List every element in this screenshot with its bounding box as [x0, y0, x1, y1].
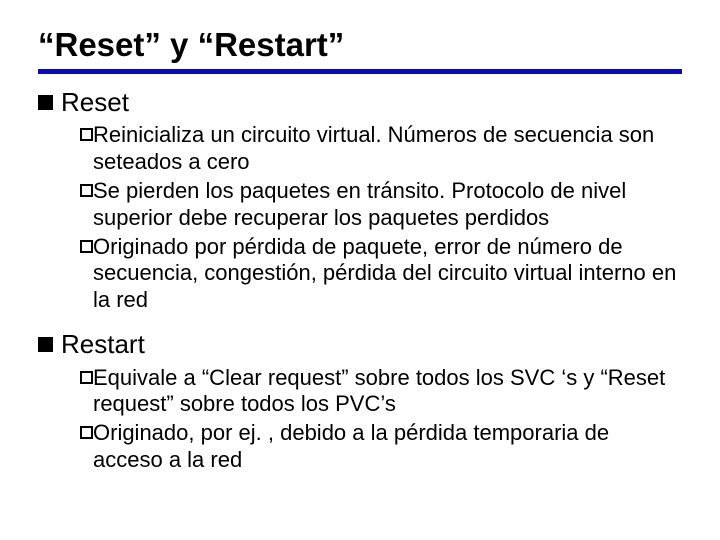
list-item: Se pierden los paquetes en tránsito. Pro… [80, 178, 682, 232]
list-item-text: Reinicializa un circuito virtual. Número… [93, 122, 682, 176]
list-item: Reinicializa un circuito virtual. Número… [80, 122, 682, 176]
title-underline: “Reset” y “Restart” [38, 28, 682, 74]
hollow-square-bullet-icon [80, 426, 93, 439]
square-bullet-icon [38, 95, 53, 110]
list-item-text: Equivale a “Clear request” sobre todos l… [93, 365, 682, 419]
hollow-square-bullet-icon [80, 184, 93, 197]
section-restart: Restart Equivale a “Clear request” sobre… [38, 330, 682, 474]
list-item: Reset [38, 88, 682, 117]
sublist: Equivale a “Clear request” sobre todos l… [38, 365, 682, 474]
list-item: Originado, por ej. , debido a la pérdida… [80, 420, 682, 474]
section-heading: Reset [61, 88, 129, 117]
list-item: Restart [38, 330, 682, 359]
sublist: Reinicializa un circuito virtual. Número… [38, 122, 682, 314]
hollow-square-bullet-icon [80, 240, 93, 253]
slide: “Reset” y “Restart” Reset Reinicializa u… [0, 0, 720, 540]
list-item: Originado por pérdida de paquete, error … [80, 234, 682, 314]
hollow-square-bullet-icon [80, 128, 93, 141]
section-reset: Reset Reinicializa un circuito virtual. … [38, 88, 682, 314]
list-item-text: Originado por pérdida de paquete, error … [93, 234, 682, 314]
section-heading: Restart [61, 330, 145, 359]
slide-title: “Reset” y “Restart” [38, 28, 682, 63]
square-bullet-icon [38, 337, 53, 352]
list-item-text: Se pierden los paquetes en tránsito. Pro… [93, 178, 682, 232]
list-item: Equivale a “Clear request” sobre todos l… [80, 365, 682, 419]
list-item-text: Originado, por ej. , debido a la pérdida… [93, 420, 682, 474]
hollow-square-bullet-icon [80, 371, 93, 384]
